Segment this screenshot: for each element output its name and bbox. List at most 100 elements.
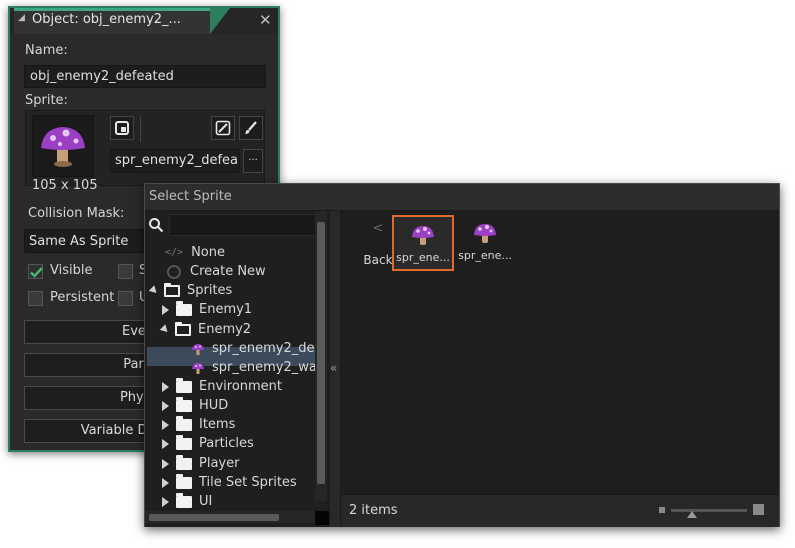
tree-folder-items[interactable]: Items <box>162 415 235 434</box>
expanded-arrow-icon[interactable] <box>148 285 160 296</box>
tree-item-label: None <box>191 245 225 260</box>
tree-folder-enemy1[interactable]: Enemy1 <box>162 300 252 319</box>
collision-mask-select[interactable]: Same As Sprite <box>24 229 144 253</box>
sprite-label: Sprite: <box>25 93 68 108</box>
folder-icon <box>176 396 192 412</box>
close-icon[interactable]: ✕ <box>259 11 272 29</box>
mushroom-sprite-icon <box>412 226 434 245</box>
tree-item-create-new[interactable]: Create New <box>167 262 266 281</box>
tree-item-label: Player <box>199 456 240 471</box>
persistent-checkbox[interactable] <box>28 291 43 306</box>
status-bar: 2 items <box>341 494 779 527</box>
asset-tile[interactable]: spr_ene... <box>454 217 516 279</box>
folder-open-icon <box>164 282 180 297</box>
mushroom-sprite-icon <box>41 127 85 167</box>
tree-item-label: Sprites <box>187 283 233 298</box>
sprite-thumbnail[interactable] <box>32 115 94 177</box>
visible-label: Visible <box>50 263 93 278</box>
folder-icon <box>176 300 192 316</box>
collapsed-arrow-icon[interactable] <box>162 458 169 469</box>
asset-tile-selected[interactable]: spr_ene... <box>392 215 454 271</box>
tree-item-spr-enemy2-defeated[interactable]: spr_enemy2_defeated <box>191 339 315 358</box>
tree-item-label: Enemy1 <box>199 302 253 317</box>
asset-label: spr_ene... <box>458 249 512 262</box>
browse-sprite-button[interactable]: ··· <box>243 149 263 173</box>
collapsed-arrow-icon[interactable] <box>162 381 169 392</box>
create-new-icon <box>167 264 181 279</box>
asset-browser-pane: < Back spr_ene... spr_ene... <box>341 211 779 494</box>
tree-item-label: UI <box>199 494 213 509</box>
visible-checkbox[interactable] <box>28 264 43 279</box>
pane-splitter[interactable]: « <box>329 211 341 527</box>
search-input[interactable] <box>169 214 327 236</box>
tree-folder-sprites[interactable]: Sprites <box>148 281 233 300</box>
name-label: Name: <box>25 43 68 58</box>
tree-folder-hud[interactable]: HUD <box>162 396 228 415</box>
folder-icon <box>176 473 192 489</box>
collapsed-arrow-icon[interactable] <box>162 477 169 488</box>
tree-folder-enemy2[interactable]: Enemy2 <box>159 320 252 339</box>
divider <box>140 116 141 142</box>
sprite-name-field[interactable]: spr_enemy2_defea... <box>110 149 240 173</box>
folder-icon <box>176 434 192 450</box>
object-editor-titlebar: ◢ Object: obj_enemy2_... ✕ <box>10 8 278 34</box>
edit-image-button[interactable] <box>211 116 235 140</box>
tree-item-label: spr_enemy2_defeated <box>212 341 315 356</box>
new-sprite-button[interactable] <box>110 116 134 140</box>
asset-tree-pane: </> None Create New Sprites Enemy1 Enemy… <box>145 211 329 527</box>
object-name-input[interactable]: obj_enemy2_defeated <box>24 65 266 88</box>
persistent-label: Persistent <box>50 290 115 305</box>
tree-item-none[interactable]: </> None <box>165 243 225 262</box>
edit-sprite-button[interactable] <box>239 116 263 140</box>
mushroom-sprite-icon <box>192 362 204 374</box>
mushroom-sprite-icon <box>474 224 496 243</box>
tree-folder-environment[interactable]: Environment <box>162 377 282 396</box>
uses-physics-checkbox[interactable] <box>118 291 133 306</box>
tree-folder-tile-set-sprites[interactable]: Tile Set Sprites <box>162 473 297 492</box>
folder-icon <box>176 492 192 508</box>
collapsed-arrow-icon[interactable] <box>162 400 169 411</box>
sprite-panel: spr_enemy2_defea... ··· <box>25 110 265 186</box>
new-sprite-icon <box>115 121 129 135</box>
folder-icon <box>176 377 192 393</box>
tree-folder-ui[interactable]: UI <box>162 492 212 511</box>
collision-mask-label: Collision Mask: <box>28 206 125 221</box>
collapsed-arrow-icon[interactable] <box>162 419 169 430</box>
tree-folder-particles[interactable]: Particles <box>162 434 254 453</box>
sprite-size-label: 105 x 105 <box>32 178 98 193</box>
item-count: 2 items <box>349 503 398 518</box>
code-icon: </> <box>165 247 184 258</box>
search-icon <box>149 218 164 233</box>
tree-item-label: HUD <box>199 398 229 413</box>
folder-icon <box>176 415 192 431</box>
collapsed-arrow-icon[interactable] <box>162 438 169 449</box>
mushroom-sprite-icon <box>192 343 204 355</box>
scroll-corner <box>315 511 329 525</box>
paintbrush-icon <box>245 121 257 134</box>
tree-horizontal-scroll-thumb[interactable] <box>149 514 279 521</box>
tree-item-label: Particles <box>199 436 254 451</box>
small-view-icon[interactable] <box>659 507 665 513</box>
tree-vertical-scroll-thumb[interactable] <box>317 222 325 484</box>
tree-folder-player[interactable]: Player <box>162 454 239 473</box>
zoom-slider-track[interactable] <box>671 509 747 512</box>
asset-label: spr_ene... <box>396 251 450 264</box>
collapse-pane-icon[interactable]: « <box>330 361 337 375</box>
collapsed-arrow-icon[interactable] <box>162 496 169 507</box>
collapsed-arrow-icon[interactable] <box>162 304 169 315</box>
folder-icon <box>176 454 192 470</box>
collapse-arrow-icon[interactable]: ◢ <box>18 13 25 23</box>
tree-item-label: Environment <box>199 379 283 394</box>
select-sprite-dialog: Select Sprite </> None Create New Sprite… <box>144 183 780 527</box>
tree-item-spr-enemy2-walk[interactable]: spr_enemy2_walk <box>191 358 315 377</box>
large-view-icon[interactable] <box>753 504 764 515</box>
zoom-slider-handle[interactable] <box>687 511 697 518</box>
tree-item-label: Enemy2 <box>198 322 252 337</box>
tab-accent <box>210 8 230 34</box>
tree-item-label: spr_enemy2_walk <box>212 360 315 375</box>
select-sprite-titlebar: Select Sprite <box>145 184 779 211</box>
edit-image-icon <box>215 120 231 136</box>
expanded-arrow-icon[interactable] <box>159 324 171 335</box>
tree-item-label: Create New <box>190 264 266 279</box>
solid-checkbox[interactable] <box>118 264 133 279</box>
